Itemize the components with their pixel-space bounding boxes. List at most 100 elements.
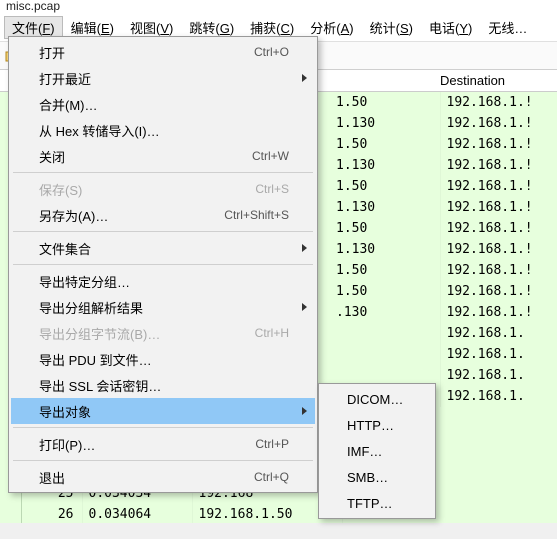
cell-dest: 192.168.1.! (440, 134, 557, 155)
menu-item-label: 导出对象 (39, 402, 289, 421)
menu-item[interactable]: 导出 PDU 到文件… (11, 346, 315, 372)
menu-item-label: 导出分组解析结果 (39, 298, 289, 317)
cell-source (330, 344, 440, 365)
table-row[interactable]: 1.50192.168.1.! (330, 260, 557, 281)
menu-item-label: 打开 (39, 43, 254, 62)
cell-dest: 192.168.1.! (440, 197, 557, 218)
cell-dest: 192.168.1.! (440, 155, 557, 176)
menu-item-accel: Ctrl+P (255, 437, 289, 451)
table-row[interactable]: 1.50192.168.1.! (330, 218, 557, 239)
menu-item-accel: Ctrl+O (254, 45, 289, 59)
submenu-item-label: SMB… (347, 470, 388, 485)
cell-time: 0.034064 (82, 504, 192, 523)
menu-item-label: 另存为(A)… (39, 206, 224, 225)
cell-dest: 192.168.1.! (440, 218, 557, 239)
menu-item[interactable]: 打开Ctrl+O (11, 39, 315, 65)
table-row[interactable]: 1.130192.168.1.! (330, 197, 557, 218)
table-row[interactable]: 192.168.1. (330, 323, 557, 344)
menu-item[interactable]: 从 Hex 转储导入(I)… (11, 117, 315, 143)
menu-item[interactable]: 打印(P)…Ctrl+P (11, 431, 315, 457)
table-row[interactable]: 1.50192.168.1.! (330, 92, 557, 113)
menu-item-label: 打开最近 (39, 69, 289, 88)
menu-item-accel: Ctrl+S (255, 182, 289, 196)
cell-dest: 192.168.1.! (440, 113, 557, 134)
menu-item-accel: Ctrl+H (255, 326, 289, 340)
cell-source: 1.130 (330, 239, 440, 260)
submenu-item[interactable]: SMB… (321, 464, 433, 490)
menu-separator (13, 172, 313, 173)
cell-dest: 192.168.1.! (440, 281, 557, 302)
menu-S[interactable]: 统计(S) (362, 16, 421, 39)
menu-item-accel: Ctrl+W (252, 149, 289, 163)
menu-item: 导出分组字节流(B)…Ctrl+H (11, 320, 315, 346)
menu-separator (13, 264, 313, 265)
menu-item-label: 退出 (39, 468, 254, 487)
submenu-item[interactable]: TFTP… (321, 490, 433, 516)
menu-item-label: 打印(P)… (39, 435, 255, 454)
cell-source: 1.130 (330, 155, 440, 176)
cell-source: 1.50 (330, 176, 440, 197)
submenu-item[interactable]: HTTP… (321, 412, 433, 438)
menu-item-accel: Ctrl+Q (254, 470, 289, 484)
menu-item: 保存(S)Ctrl+S (11, 176, 315, 202)
menu-item-label: 导出 SSL 会话密钥… (39, 376, 289, 395)
submenu-item-label: TFTP… (347, 496, 393, 511)
menu-item[interactable]: 文件集合 (11, 235, 315, 261)
cell-dest: 192.168.1. (440, 344, 557, 365)
menu-item[interactable]: 导出对象 (11, 398, 315, 424)
table-row[interactable]: 192.168.1. (330, 344, 557, 365)
cell-dest: 192.168.1. (440, 386, 557, 407)
menu-item-label: 关闭 (39, 147, 252, 166)
menu-item-accel: Ctrl+Shift+S (224, 208, 289, 222)
table-row[interactable]: 1.130192.168.1.! (330, 239, 557, 260)
menu-separator (13, 460, 313, 461)
submenu-item[interactable]: IMF… (321, 438, 433, 464)
cell-source: 1.130 (330, 197, 440, 218)
menu-item-label: 导出分组字节流(B)… (39, 324, 255, 343)
cell-source: 1.50 (330, 134, 440, 155)
chevron-right-icon (302, 244, 307, 252)
submenu-item[interactable]: DICOM… (321, 386, 433, 412)
cell-dest: 192.168.1. (440, 323, 557, 344)
chevron-right-icon (302, 74, 307, 82)
column-header-destination[interactable]: Destination (434, 73, 511, 88)
menu-item-label: 导出 PDU 到文件… (39, 350, 289, 369)
window-title: misc.pcap (0, 0, 557, 14)
menu-separator (13, 427, 313, 428)
table-row[interactable]: 1.50192.168.1.! (330, 281, 557, 302)
table-row[interactable]: .130192.168.1.! (330, 302, 557, 323)
menu-item-label: 文件集合 (39, 239, 289, 258)
menu-item[interactable]: 导出分组解析结果 (11, 294, 315, 320)
table-row[interactable]: 260.034064192.168.1.50192.168.1. (22, 504, 557, 523)
menu-item[interactable]: 合并(M)… (11, 91, 315, 117)
menu-separator (13, 231, 313, 232)
menu-item[interactable]: 另存为(A)…Ctrl+Shift+S (11, 202, 315, 228)
cell-dest: 192.168.1.! (440, 260, 557, 281)
submenu-item-label: HTTP… (347, 418, 394, 433)
menu-Y[interactable]: 电话(Y) (421, 16, 480, 39)
menu-item[interactable]: 导出特定分组… (11, 268, 315, 294)
file-menu-dropdown: 打开Ctrl+O 打开最近合并(M)… 从 Hex 转储导入(I)… 关闭Ctrl+W… (8, 36, 318, 493)
menu-item[interactable]: 导出 SSL 会话密钥… (11, 372, 315, 398)
table-row[interactable]: 1.50192.168.1.! (330, 176, 557, 197)
cell-dest: 192.168.1. (440, 365, 557, 386)
menu-item[interactable]: 关闭Ctrl+W (11, 143, 315, 169)
cell-source: 1.130 (330, 113, 440, 134)
cell-source (330, 323, 440, 344)
table-row[interactable]: 1.130192.168.1.! (330, 155, 557, 176)
menu-item-label: 从 Hex 转储导入(I)… (39, 121, 289, 140)
cell-source: 1.50 (330, 281, 440, 302)
submenu-item-label: IMF… (347, 444, 382, 459)
cell-dest: 192.168.1.! (440, 92, 557, 113)
table-row[interactable]: 1.130192.168.1.! (330, 113, 557, 134)
cell-source: 1.50 (330, 218, 440, 239)
export-objects-submenu: DICOM… HTTP… IMF… SMB… TFTP… (318, 383, 436, 519)
menu-8[interactable]: 无线… (480, 16, 535, 39)
cell-source: 1.50 (330, 260, 440, 281)
table-row[interactable]: 1.50192.168.1.! (330, 134, 557, 155)
cell-no: 26 (22, 504, 82, 523)
menu-item[interactable]: 打开最近 (11, 65, 315, 91)
menu-item-label: 保存(S) (39, 180, 255, 199)
menu-item[interactable]: 退出Ctrl+Q (11, 464, 315, 490)
cell-dest: 192.168.1.! (440, 302, 557, 323)
